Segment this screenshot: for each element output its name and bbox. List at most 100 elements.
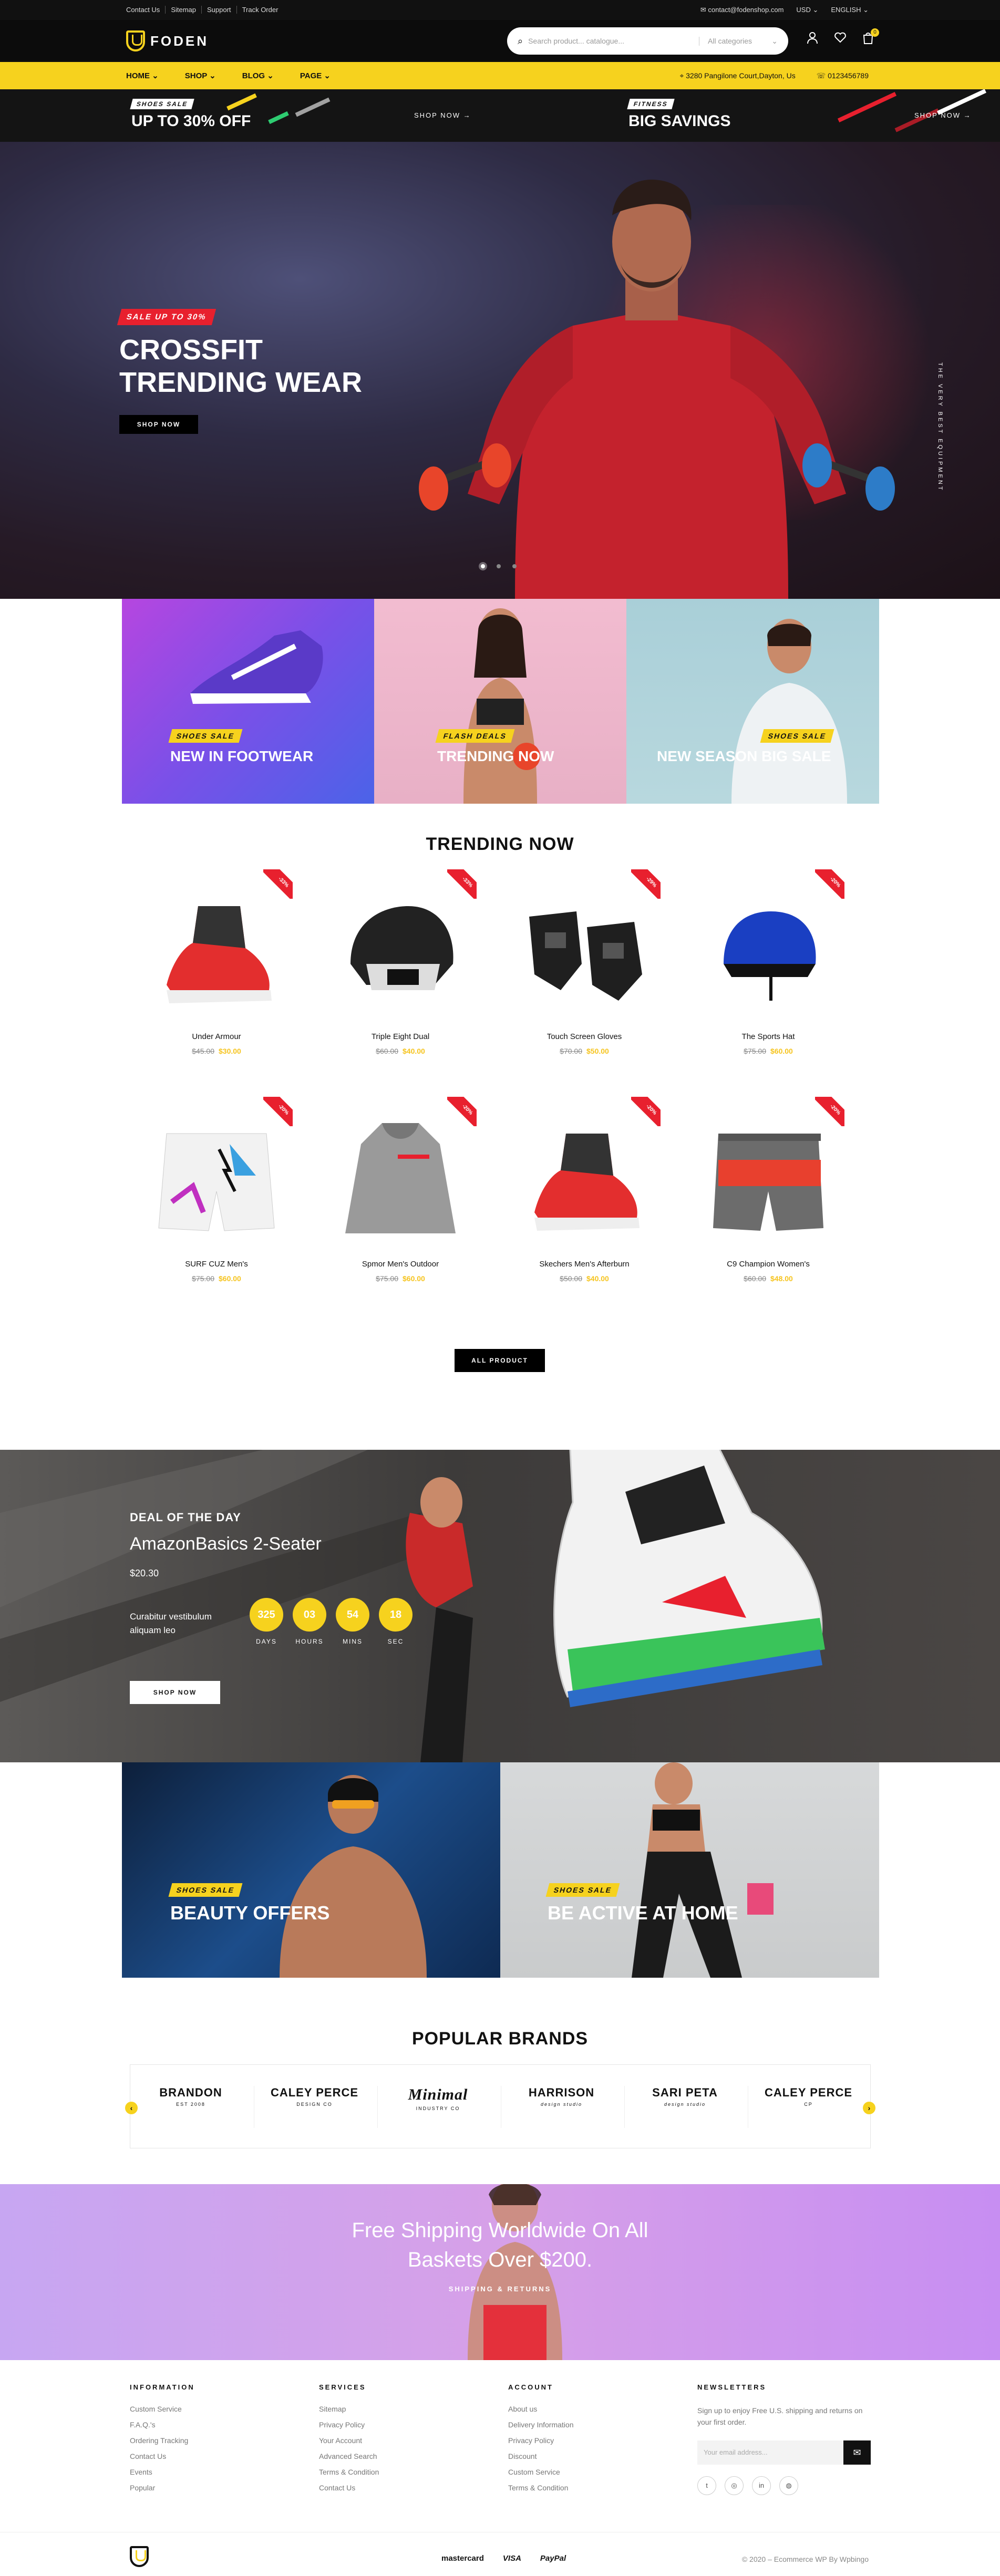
footer-link[interactable]: Events xyxy=(130,2468,287,2476)
instagram-icon[interactable]: ◎ xyxy=(725,2476,744,2495)
heart-icon[interactable] xyxy=(834,32,847,48)
brand-logo[interactable]: CALEY PERCE CP xyxy=(748,2086,869,2128)
product-card[interactable]: -20% Skechers Men's Afterburn $50.00 $40.… xyxy=(498,1097,671,1317)
footer-link[interactable]: Contact Us xyxy=(130,2452,287,2460)
twitter-icon[interactable]: t xyxy=(697,2476,716,2495)
logo[interactable]: FODEN xyxy=(126,30,209,51)
promo-shop-link[interactable]: SHOP NOW → xyxy=(914,111,972,119)
top-link-track-order[interactable]: Track Order xyxy=(237,6,284,14)
dribbble-icon[interactable]: ◍ xyxy=(779,2476,798,2495)
product-card[interactable]: -20% C9 Champion Women's $60.00 $48.00 xyxy=(682,1097,855,1317)
footer-link[interactable]: Sitemap xyxy=(319,2405,477,2413)
nav-item-page[interactable]: PAGE ⌄ xyxy=(300,71,331,80)
category-banner-trending[interactable]: FLASH DEALS TRENDING NOW xyxy=(374,599,626,804)
search-icon[interactable]: ⌕ xyxy=(518,36,523,47)
product-name[interactable]: SURF CUZ Men's xyxy=(130,1260,303,1269)
brand-logo[interactable]: SARI PETA design studio xyxy=(624,2086,745,2128)
product-name[interactable]: Touch Screen Gloves xyxy=(498,1032,671,1041)
brand-logo[interactable]: BRANDON EST 2008 xyxy=(130,2086,251,2128)
footer-link[interactable]: Popular xyxy=(130,2484,287,2492)
brand-logo[interactable]: Minimal INDUSTRY CO xyxy=(377,2086,498,2128)
slider-dot[interactable] xyxy=(512,564,517,568)
product-card[interactable]: -33% Under Armour $45.00 $30.00 xyxy=(130,869,303,1090)
category-title: NEW SEASON BIG SALE xyxy=(657,748,831,764)
product-name[interactable]: C9 Champion Women's xyxy=(682,1260,855,1269)
category-tag: SHOES SALE xyxy=(760,729,834,743)
product-card[interactable]: -33% Triple Eight Dual $60.00 $40.00 xyxy=(314,869,487,1090)
footer-link[interactable]: Contact Us xyxy=(319,2484,477,2492)
product-name[interactable]: Skechers Men's Afterburn xyxy=(498,1260,671,1269)
footer-logo[interactable] xyxy=(130,2546,149,2567)
product-card[interactable]: -20% SURF CUZ Men's $75.00 $60.00 xyxy=(130,1097,303,1317)
email-link[interactable]: ✉ contact@fodenshop.com xyxy=(700,6,784,14)
promo-link-label: SHOP NOW xyxy=(914,111,961,119)
footer-link[interactable]: Your Account xyxy=(319,2436,477,2445)
hero-athlete-image xyxy=(419,179,895,599)
footer-link[interactable]: Terms & Condition xyxy=(508,2484,666,2492)
mastercard-icon: mastercard xyxy=(441,2554,484,2563)
footer-link[interactable]: Delivery Information xyxy=(508,2421,666,2429)
copyright: © 2020 – Ecommerce WP By Wpbingo xyxy=(741,2555,869,2563)
product-image xyxy=(534,1134,640,1231)
footer-link[interactable]: Privacy Policy xyxy=(319,2421,477,2429)
deal-title[interactable]: AmazonBasics 2-Seater xyxy=(130,1534,322,1554)
footer-link[interactable]: Advanced Search xyxy=(319,2452,477,2460)
old-price: $45.00 xyxy=(192,1047,214,1055)
top-link-contact[interactable]: Contact Us xyxy=(126,6,166,14)
offer-banner-beauty[interactable]: SHOES SALE BEAUTY OFFERS xyxy=(122,1762,500,1978)
product-card[interactable]: -20% The Sports Hat $75.00 $60.00 xyxy=(682,869,855,1090)
nav-item-shop[interactable]: SHOP ⌄ xyxy=(185,71,216,80)
shipping-returns-link[interactable]: SHIPPING & RETURNS xyxy=(0,2285,1000,2293)
user-icon[interactable] xyxy=(807,32,818,48)
promo-shop-link[interactable]: SHOP NOW → xyxy=(414,111,471,119)
offer-banner-active[interactable]: SHOES SALE BE ACTIVE AT HOME xyxy=(500,1762,879,1978)
footer-link[interactable]: Privacy Policy xyxy=(508,2436,666,2445)
footer-link[interactable]: Custom Service xyxy=(130,2405,287,2413)
address-text: 3280 Pangilone Court,Dayton, Us xyxy=(686,71,796,80)
product-image xyxy=(529,911,642,1001)
footer-link[interactable]: Ordering Tracking xyxy=(130,2436,287,2445)
footer-link[interactable]: Custom Service xyxy=(508,2468,666,2476)
linkedin-icon[interactable]: in xyxy=(752,2476,771,2495)
newsletter-submit-button[interactable]: ✉ xyxy=(843,2440,871,2465)
all-products-button[interactable]: ALL PRODUCT xyxy=(455,1349,545,1372)
language-select[interactable]: ENGLISH ⌄ xyxy=(831,6,869,14)
category-select[interactable]: All categories ⌄ xyxy=(699,36,778,46)
search-bar[interactable]: ⌕ Search product... catalogue... All cat… xyxy=(507,27,788,55)
category-banner-footwear[interactable]: SHOES SALE NEW IN FOOTWEAR xyxy=(122,599,374,804)
currency-select[interactable]: USD ⌄ xyxy=(796,6,818,14)
promo-shoes[interactable]: SHOES SALE UP TO 30% OFF xyxy=(130,99,251,130)
product-card[interactable]: -20% Spmor Men's Outdoor $75.00 $60.00 xyxy=(314,1097,487,1317)
footer-link[interactable]: About us xyxy=(508,2405,666,2413)
promo-title: BIG SAVINGS xyxy=(628,112,731,130)
deal-shop-button[interactable]: SHOP NOW xyxy=(130,1681,220,1704)
footer-link[interactable]: F.A.Q.'s xyxy=(130,2421,287,2429)
product-name[interactable]: Spmor Men's Outdoor xyxy=(314,1260,487,1269)
footer-link[interactable]: Discount xyxy=(508,2452,666,2460)
carousel-next-arrow[interactable]: › xyxy=(863,2102,875,2114)
logo-icon xyxy=(130,2546,149,2567)
promo-fitness[interactable]: FITNESS BIG SAVINGS xyxy=(627,99,731,130)
search-input[interactable]: Search product... catalogue... xyxy=(528,37,624,45)
swimmer-image xyxy=(280,1775,427,1978)
slider-dot[interactable] xyxy=(481,564,485,568)
newsletter-email-input[interactable]: Your email address... xyxy=(697,2440,843,2465)
brand-logo[interactable]: HARRISON design studio xyxy=(501,2086,622,2128)
nav-item-blog[interactable]: BLOG ⌄ xyxy=(242,71,274,80)
top-link-sitemap[interactable]: Sitemap xyxy=(166,6,202,14)
product-card[interactable]: -29% Touch Screen Gloves $70.00 $50.00 xyxy=(498,869,671,1090)
phone[interactable]: ☏ 0123456789 xyxy=(817,71,869,80)
cart-icon[interactable]: 0 xyxy=(862,28,879,48)
product-name[interactable]: Under Armour xyxy=(130,1032,303,1041)
top-link-support[interactable]: Support xyxy=(202,6,237,14)
nav-item-home[interactable]: HOME ⌄ xyxy=(126,71,159,80)
deal-section xyxy=(0,1450,1000,1762)
footer-link[interactable]: Terms & Condition xyxy=(319,2468,477,2476)
slider-dot[interactable] xyxy=(497,564,501,568)
product-name[interactable]: The Sports Hat xyxy=(682,1032,855,1041)
category-banner-new-season[interactable]: SHOES SALE NEW SEASON BIG SALE xyxy=(626,599,879,804)
product-name[interactable]: Triple Eight Dual xyxy=(314,1032,487,1041)
countdown-sec: 18 SEC xyxy=(379,1598,413,1645)
hero-shop-button[interactable]: SHOP NOW xyxy=(119,415,198,434)
brand-logo[interactable]: CALEY PERCE DESIGN CO xyxy=(254,2086,375,2128)
